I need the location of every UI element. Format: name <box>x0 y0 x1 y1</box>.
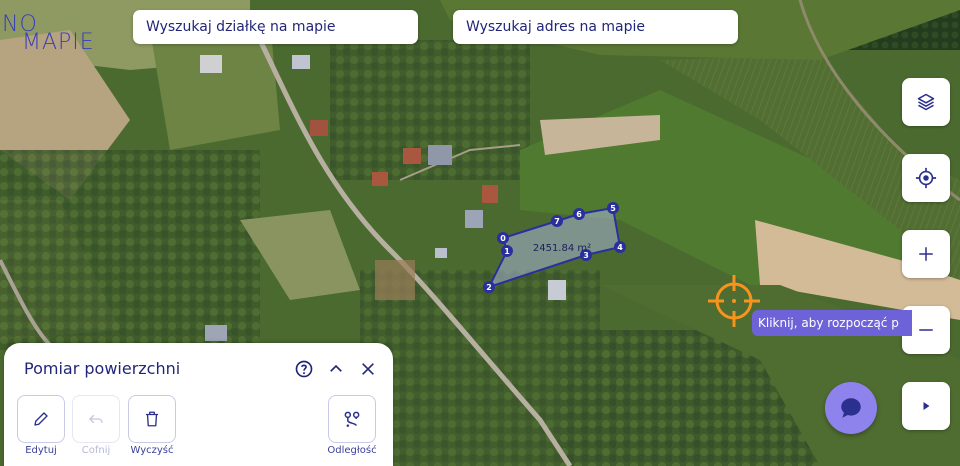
svg-text:6: 6 <box>576 210 582 219</box>
edit-button[interactable] <box>17 395 65 443</box>
area-label: 2451.84 m² <box>533 243 591 254</box>
help-icon[interactable] <box>293 358 315 380</box>
layers-button[interactable] <box>902 78 950 126</box>
vertex-1[interactable]: 1 <box>501 245 513 257</box>
measure-hint-tooltip: Kliknij, aby rozpocząć p <box>752 310 912 336</box>
svg-text:1: 1 <box>504 247 510 256</box>
svg-text:5: 5 <box>610 204 616 213</box>
layers-icon <box>917 93 935 111</box>
plus-icon <box>919 247 933 261</box>
svg-text:7: 7 <box>554 217 560 226</box>
locate-button[interactable] <box>902 154 950 202</box>
vertex-5[interactable]: 5 <box>607 202 619 214</box>
undo-tool[interactable]: Cofnij <box>71 395 121 456</box>
vertex-0[interactable]: 0 <box>497 232 509 244</box>
logo-line-2: MAPIE <box>22 30 95 55</box>
svg-text:0: 0 <box>500 234 506 243</box>
close-icon[interactable] <box>357 358 379 380</box>
chat-icon <box>841 398 861 418</box>
chat-button[interactable] <box>825 382 877 434</box>
edit-label: Edytuj <box>25 445 57 456</box>
svg-text:4: 4 <box>617 243 623 252</box>
distance-label: Odległość <box>327 445 377 456</box>
svg-text:2: 2 <box>486 283 492 292</box>
vertex-4[interactable]: 4 <box>614 241 626 253</box>
clear-label: Wyczyść <box>130 445 174 456</box>
play-icon <box>923 402 930 410</box>
panel-title: Pomiar powierzchni <box>24 359 181 378</box>
distance-button[interactable] <box>328 395 376 443</box>
undo-button[interactable] <box>72 395 120 443</box>
vertex-2[interactable]: 2 <box>483 281 495 293</box>
distance-icon <box>344 411 360 427</box>
trash-icon <box>146 411 158 427</box>
clear-button[interactable] <box>128 395 176 443</box>
undo-icon <box>89 414 103 424</box>
crosshair-icon <box>708 275 760 327</box>
undo-label: Cofnij <box>81 445 111 456</box>
app-logo[interactable]: NO MAPIE <box>0 4 110 55</box>
vertex-6[interactable]: 6 <box>573 208 585 220</box>
area-measure-panel: Pomiar powierzchni Edytuj Cofnij Wyczyść… <box>4 343 393 466</box>
distance-tool[interactable]: Odległość <box>327 395 377 456</box>
minus-icon <box>919 329 933 331</box>
expand-button[interactable] <box>902 382 950 430</box>
zoom-in-button[interactable] <box>902 230 950 278</box>
collapse-icon[interactable] <box>325 358 347 380</box>
parcel-search-input[interactable]: Wyszukaj działkę na mapie <box>133 10 418 44</box>
address-search-input[interactable]: Wyszukaj adres na mapie <box>453 10 738 44</box>
vertex-7[interactable]: 7 <box>551 215 563 227</box>
edit-tool[interactable]: Edytuj <box>16 395 66 456</box>
locate-icon <box>915 167 937 189</box>
clear-tool[interactable]: Wyczyść <box>127 395 177 456</box>
pencil-icon <box>34 412 48 426</box>
